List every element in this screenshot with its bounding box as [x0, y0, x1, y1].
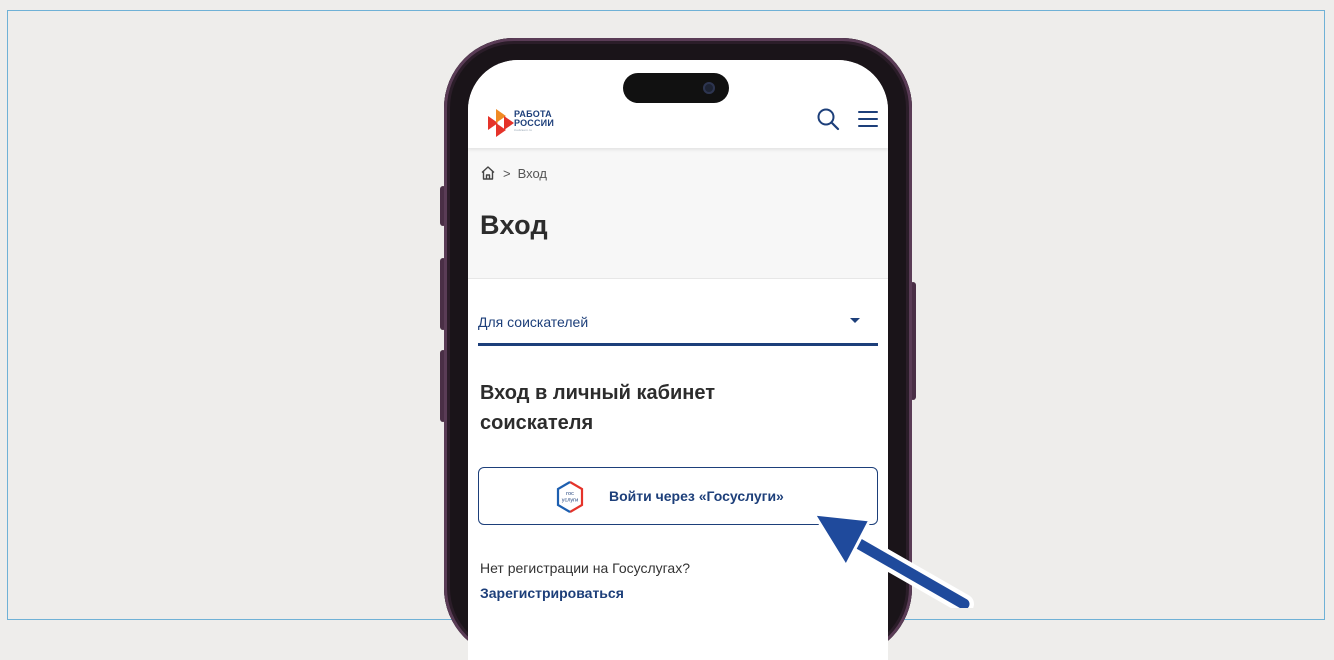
logo-text: РАБОТА РОССИИ trudvsem.ru — [514, 110, 555, 133]
login-section-title: Вход в личный кабинет соискателя — [480, 382, 715, 434]
chevron-down-icon — [850, 318, 860, 323]
logo-subtitle: trudvsem.ru — [514, 128, 533, 132]
breadcrumb-separator: > — [503, 165, 511, 181]
page-title: Вход — [480, 210, 548, 240]
hamburger-menu-icon[interactable] — [858, 111, 878, 129]
svg-text:гос: гос — [566, 491, 574, 497]
breadcrumb-current: Вход — [517, 165, 548, 181]
breadcrumb: > Вход — [480, 164, 547, 182]
gosuslugi-button-label: Войти через «Госуслуги» — [609, 488, 784, 504]
svg-text:услуги: услуги — [562, 498, 578, 504]
search-icon[interactable] — [816, 107, 840, 131]
logo-line-2: РОССИИ — [514, 118, 555, 128]
role-select[interactable]: Для соискателей — [478, 300, 878, 346]
gosuslugi-logo-icon: гос услуги — [556, 481, 584, 513]
front-camera — [703, 82, 715, 94]
role-select-value: Для соискателей — [478, 314, 589, 330]
pointer-arrow-icon — [812, 512, 974, 608]
register-link[interactable]: Зарегистрироваться — [480, 585, 624, 601]
no-registration-text: Нет регистрации на Госуслугах? — [480, 560, 690, 576]
home-icon[interactable] — [480, 165, 496, 181]
dynamic-island — [623, 73, 729, 103]
